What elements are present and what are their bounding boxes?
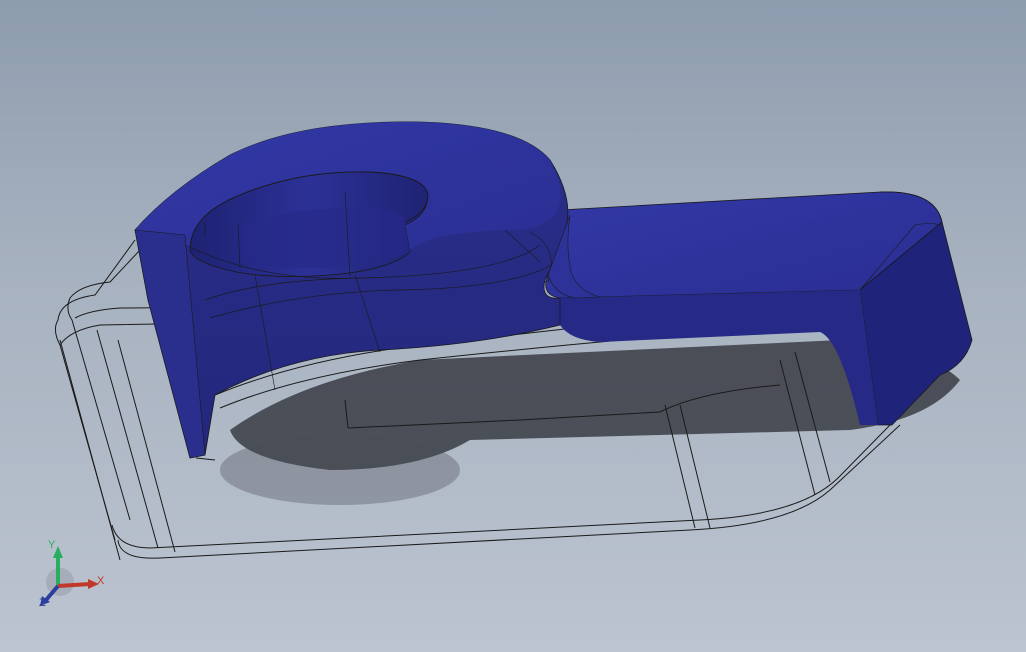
z-axis-label: Z (39, 597, 46, 609)
reference-triad: Y X Z (39, 539, 105, 609)
3d-graphics-viewport[interactable]: Y X Z (0, 0, 1026, 652)
model-scene[interactable]: Y X Z (0, 0, 1026, 652)
x-axis-label: X (97, 575, 105, 587)
y-axis-label: Y (48, 539, 56, 551)
x-axis-arrow (57, 582, 91, 588)
